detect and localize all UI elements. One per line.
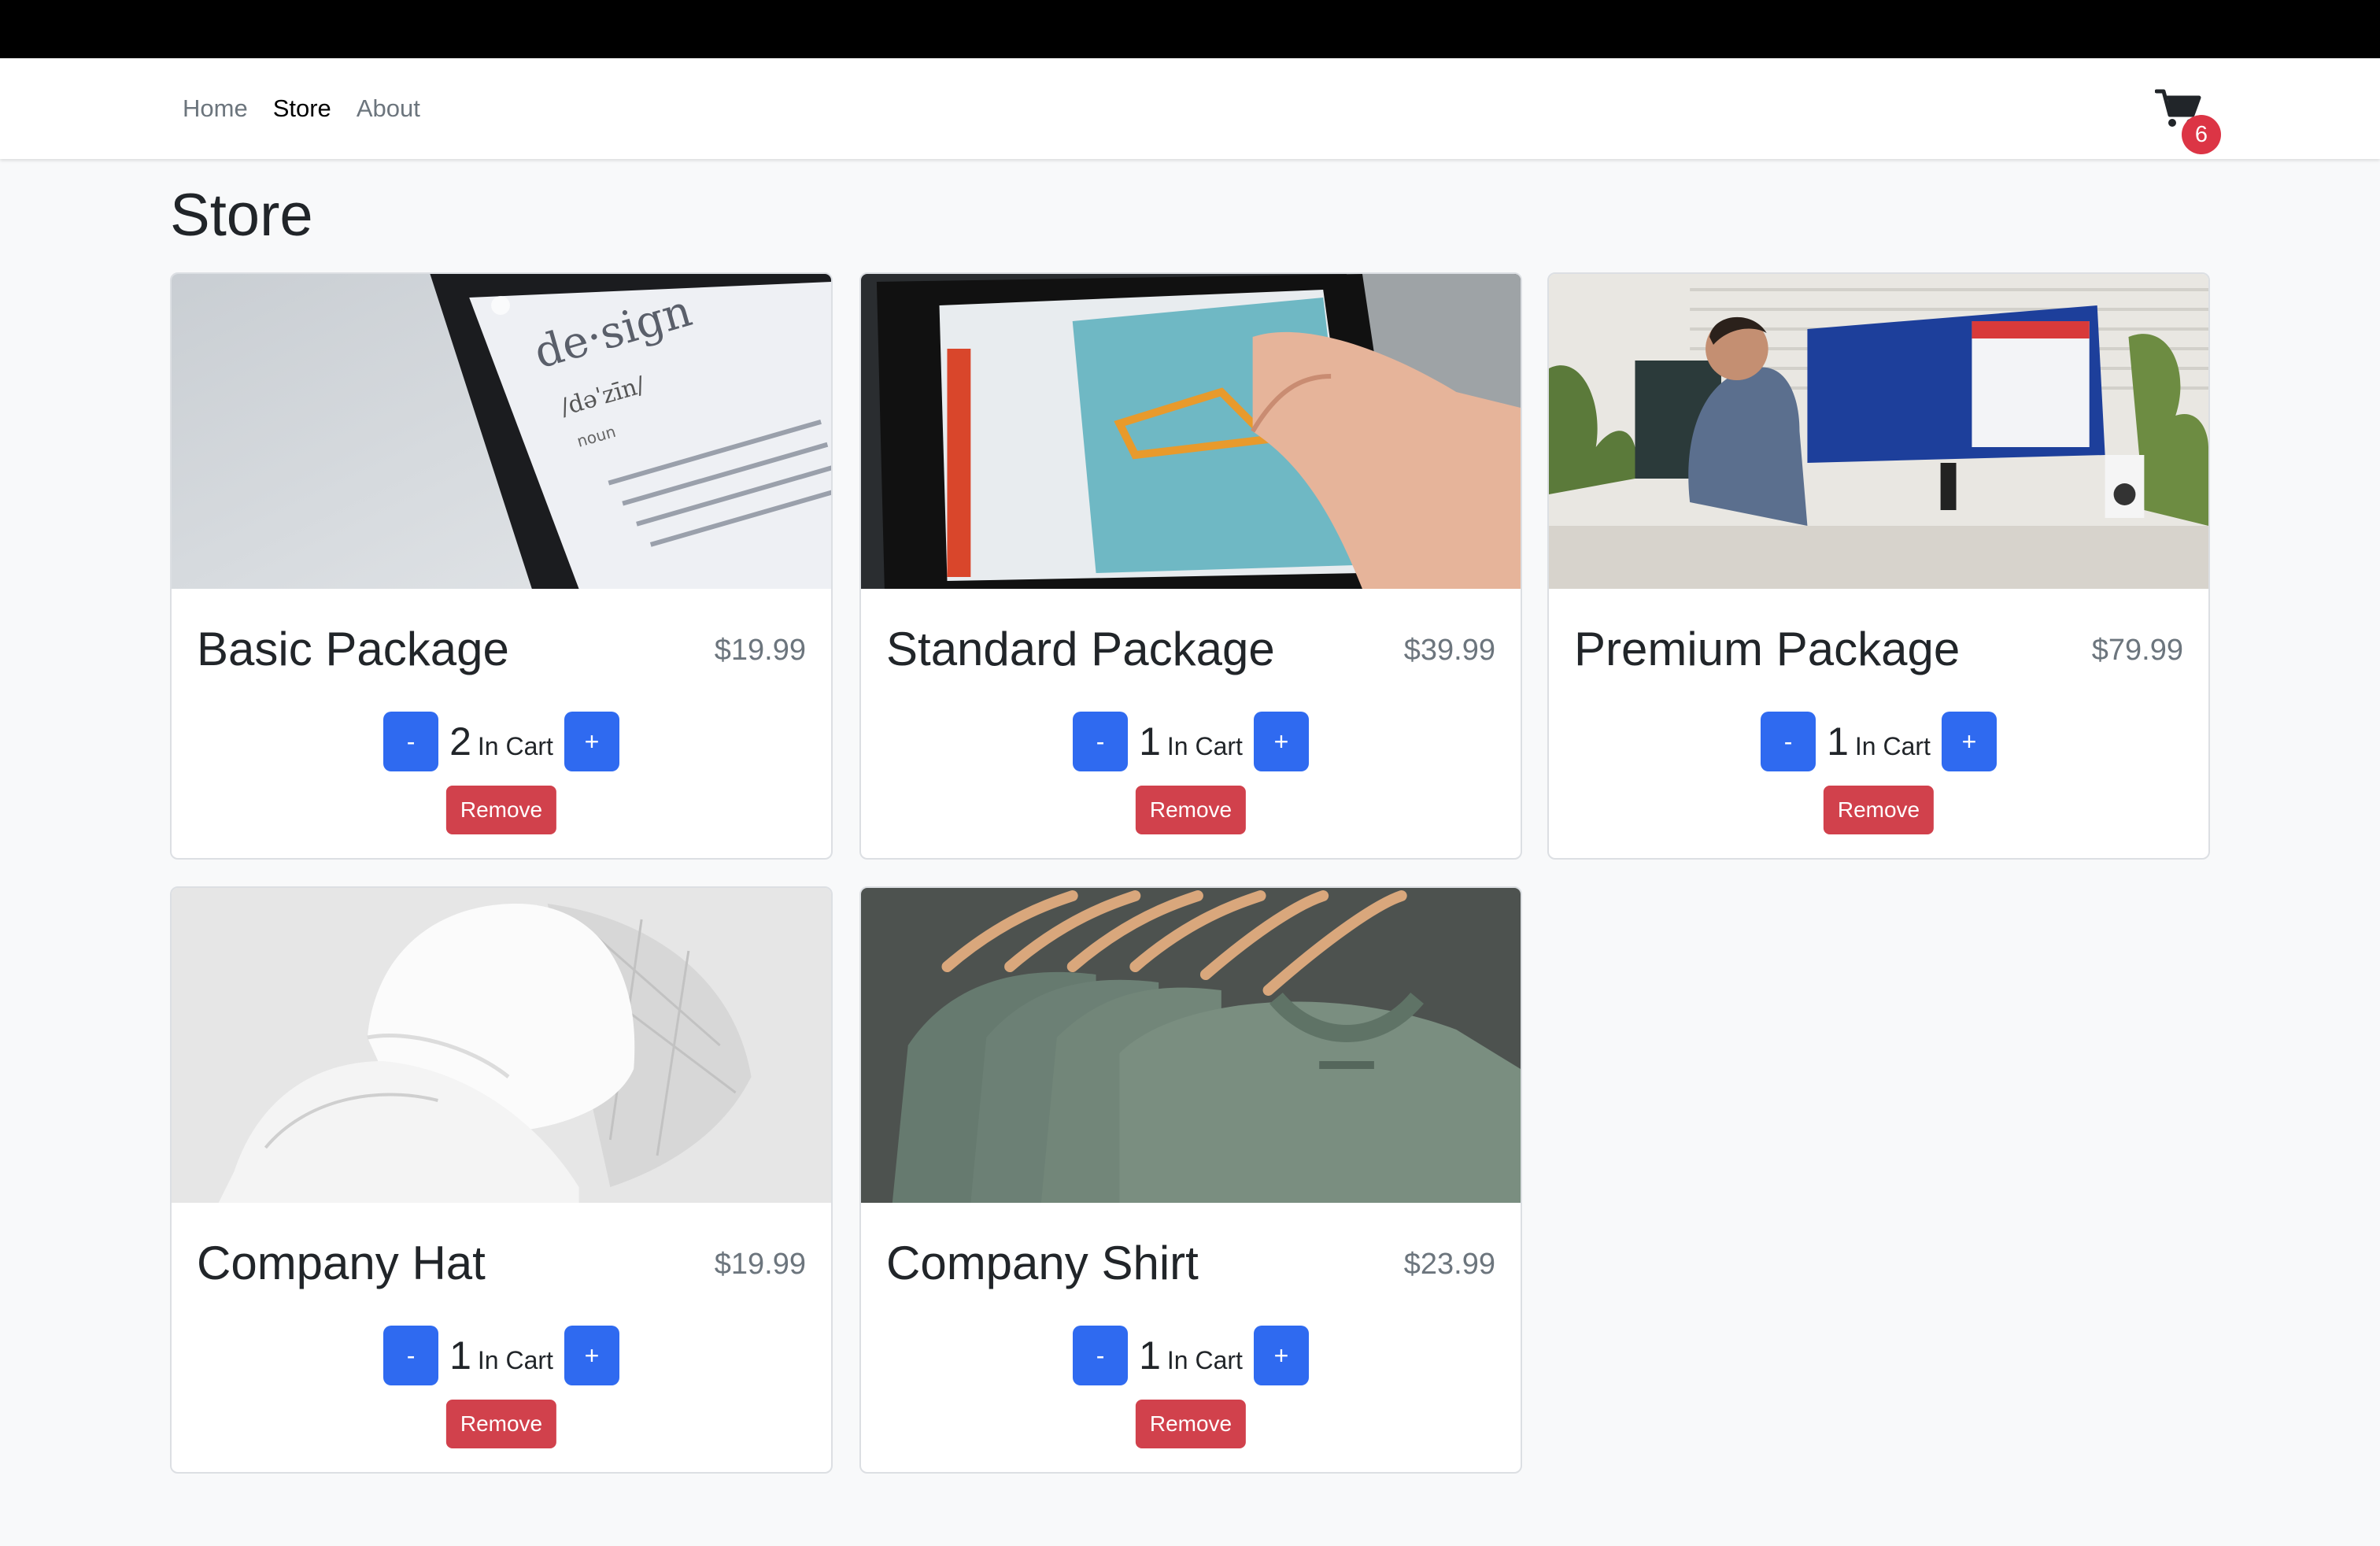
increment-button[interactable]: +	[1941, 712, 1997, 771]
remove-button[interactable]: Remove	[445, 786, 557, 834]
quantity-value: 2	[449, 719, 471, 764]
quantity-value: 1	[1139, 1333, 1161, 1378]
product-price: $79.99	[2091, 634, 2183, 667]
product-name: Company Shirt	[886, 1237, 1199, 1289]
product-card-company-hat: Company Hat $19.99 - 1 In Cart + Remove	[170, 886, 833, 1474]
product-image-company-shirt	[861, 888, 1521, 1203]
window-top-bar	[0, 0, 2380, 58]
increment-button[interactable]: +	[564, 712, 619, 771]
nav-link-about[interactable]: About	[344, 94, 433, 123]
product-card-premium-package: Premium Package $79.99 - 1 In Cart + Rem…	[1547, 272, 2210, 860]
product-price: $39.99	[1403, 634, 1495, 667]
quantity-control: - 1 In Cart +	[861, 1326, 1521, 1385]
in-cart-label: In Cart	[477, 1346, 553, 1374]
quantity-control: - 2 In Cart +	[172, 712, 831, 771]
remove-button[interactable]: Remove	[1135, 786, 1247, 834]
nav-link-home[interactable]: Home	[170, 94, 261, 123]
in-cart-count: 1 In Cart	[1827, 719, 1931, 764]
product-name: Basic Package	[197, 623, 509, 675]
cart-button[interactable]: 6	[2138, 88, 2224, 154]
quantity-value: 1	[1827, 719, 1849, 764]
product-name: Company Hat	[197, 1237, 486, 1289]
decrement-button[interactable]: -	[1073, 712, 1129, 771]
nav-links: Home Store About	[170, 58, 433, 159]
navbar: Home Store About 6	[0, 58, 2380, 159]
product-price: $19.99	[714, 1248, 806, 1281]
in-cart-count: 1 In Cart	[1139, 719, 1243, 764]
in-cart-label: In Cart	[1166, 1346, 1243, 1374]
product-name: Premium Package	[1574, 623, 1961, 675]
in-cart-label: In Cart	[1166, 732, 1243, 760]
product-card-company-shirt: Company Shirt $23.99 - 1 In Cart + Remov…	[859, 886, 1522, 1474]
quantity-control: - 1 In Cart +	[1549, 712, 2208, 771]
in-cart-count: 2 In Cart	[449, 719, 553, 764]
increment-button[interactable]: +	[564, 1326, 619, 1385]
remove-button[interactable]: Remove	[1823, 786, 1935, 834]
nav-link-store[interactable]: Store	[261, 94, 344, 123]
product-image-premium-package	[1549, 274, 2208, 589]
product-card-basic-package: de·sign /dəˈzīn/ noun Basic Package $19.…	[170, 272, 833, 860]
in-cart-label: In Cart	[1854, 732, 1931, 760]
product-price: $19.99	[714, 634, 806, 667]
decrement-button[interactable]: -	[1761, 712, 1816, 771]
product-name: Standard Package	[886, 623, 1275, 675]
increment-button[interactable]: +	[1253, 712, 1309, 771]
cart-count-badge: 6	[2182, 115, 2221, 154]
product-card-standard-package: Standard Package $39.99 - 1 In Cart + Re…	[859, 272, 1522, 860]
quantity-value: 1	[449, 1333, 471, 1378]
in-cart-count: 1 In Cart	[1139, 1333, 1243, 1378]
increment-button[interactable]: +	[1253, 1326, 1309, 1385]
remove-button[interactable]: Remove	[1135, 1400, 1247, 1448]
decrement-button[interactable]: -	[383, 712, 439, 771]
quantity-control: - 1 In Cart +	[172, 1326, 831, 1385]
in-cart-label: In Cart	[477, 732, 553, 760]
decrement-button[interactable]: -	[1073, 1326, 1129, 1385]
in-cart-count: 1 In Cart	[449, 1333, 553, 1378]
quantity-control: - 1 In Cart +	[861, 712, 1521, 771]
product-image-company-hat	[172, 888, 831, 1203]
quantity-value: 1	[1139, 719, 1161, 764]
decrement-button[interactable]: -	[383, 1326, 439, 1385]
product-image-basic-package: de·sign /dəˈzīn/ noun	[172, 274, 831, 589]
remove-button[interactable]: Remove	[445, 1400, 557, 1448]
page-title: Store	[170, 182, 313, 249]
product-price: $23.99	[1403, 1248, 1495, 1281]
product-image-standard-package	[861, 274, 1521, 589]
